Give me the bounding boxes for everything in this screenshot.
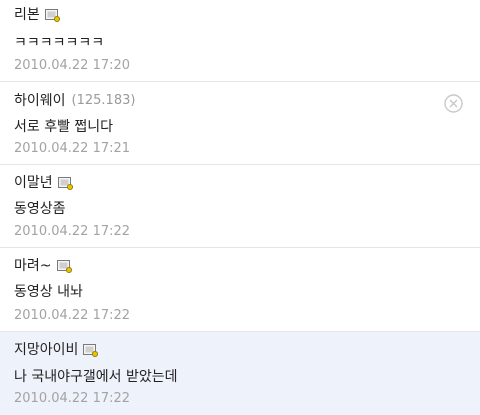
comment-timestamp: 2010.04.22 17:22: [14, 308, 131, 323]
comment-author-row: 이말년: [14, 174, 73, 192]
comment-text: 서로 후빨 쩝니다: [14, 119, 114, 135]
comment-text: 나 국내야구갤에서 받았는데: [14, 369, 178, 385]
comment-timestamp: 2010.04.22 17:22: [14, 391, 131, 406]
comment-timestamp: 2010.04.22 17:21: [14, 141, 131, 156]
comment-author[interactable]: 이말년: [14, 174, 53, 192]
comment-author[interactable]: 지망아이비: [14, 341, 78, 359]
comment-text: 동영상 내놔: [14, 284, 83, 300]
comment-item: 이말년 동영상좀 2010.04.22 17:22: [0, 165, 480, 248]
comment-author[interactable]: 하이웨이: [14, 92, 66, 110]
comment-author-row: 마려~: [14, 257, 72, 275]
member-badge-icon: [57, 176, 73, 190]
comment-author-row: 하이웨이 (125.183): [14, 92, 135, 110]
comment-author-row: 리본: [14, 6, 60, 24]
comment-text: ㅋㅋㅋㅋㅋㅋㅋ: [14, 35, 105, 51]
comment-list: 리본 ㅋㅋㅋㅋㅋㅋㅋ 2010.04.22 17:20 하이웨이 (125.18…: [0, 0, 480, 415]
comment-item: 하이웨이 (125.183) 서로 후빨 쩝니다 2010.04.22 17:2…: [0, 82, 480, 165]
member-badge-icon: [83, 343, 99, 357]
member-badge-icon: [56, 259, 72, 273]
comment-author-row: 지망아이비: [14, 341, 99, 359]
comment-author[interactable]: 마려~: [14, 257, 52, 275]
close-circle-icon[interactable]: [444, 94, 463, 113]
comment-item: 마려~ 동영상 내놔 2010.04.22 17:22: [0, 248, 480, 332]
comment-item: 리본 ㅋㅋㅋㅋㅋㅋㅋ 2010.04.22 17:20: [0, 0, 480, 82]
comment-author[interactable]: 리본: [14, 6, 40, 24]
comment-text: 동영상좀: [14, 201, 66, 217]
comment-item: 지망아이비 나 국내야구갤에서 받았는데 2010.04.22 17:22: [0, 332, 480, 415]
comment-ip: (125.183): [71, 93, 136, 108]
comment-timestamp: 2010.04.22 17:22: [14, 224, 131, 239]
comment-timestamp: 2010.04.22 17:20: [14, 58, 131, 73]
member-badge-icon: [44, 8, 60, 22]
